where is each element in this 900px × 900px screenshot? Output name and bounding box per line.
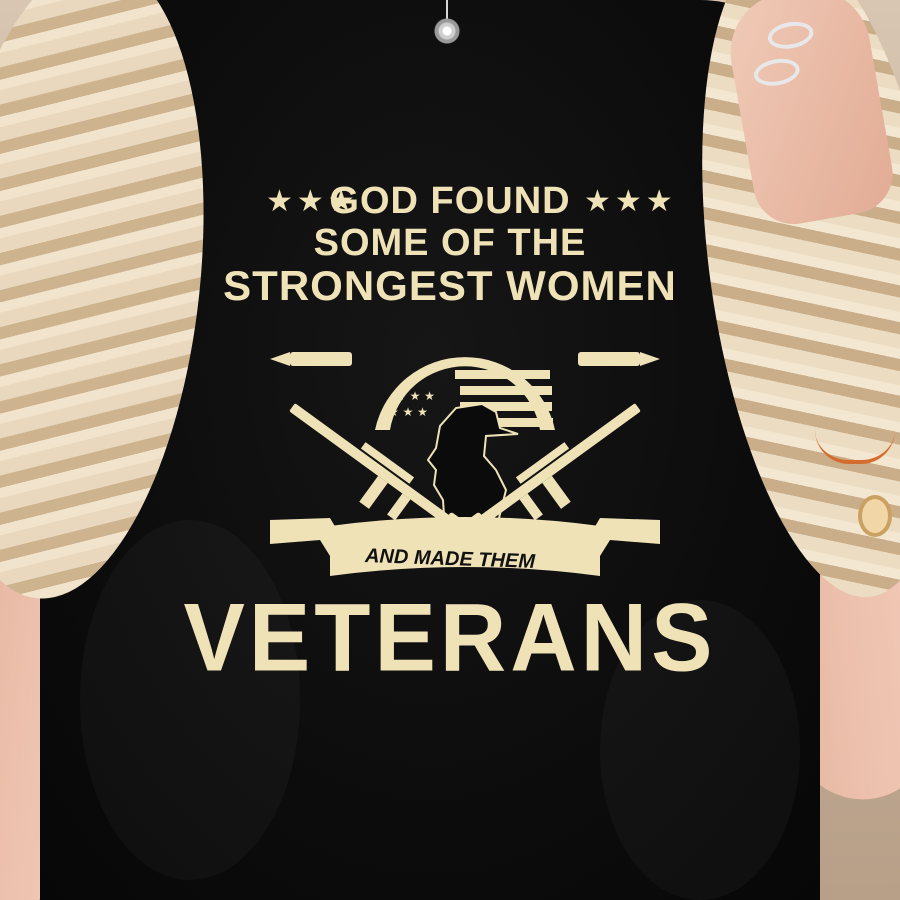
bullet-icon [578, 352, 660, 366]
svg-text:★ ★ ★: ★ ★ ★ [395, 389, 435, 403]
headline-line-3: STRONGEST WOMEN [223, 262, 677, 309]
headline-line-1: GOD FOUND [329, 180, 571, 222]
veterans-title: VETERANS [183, 584, 717, 692]
photo-scene: ★★★ ★★★ GOD FOUND SOME OF THE STRONGEST … [0, 0, 900, 900]
headline-line-2: SOME OF THE [313, 222, 587, 264]
svg-text:★ ★ ★: ★ ★ ★ [388, 405, 428, 419]
bullet-icon [270, 352, 352, 366]
shirt-print: ★★★ ★★★ GOD FOUND SOME OF THE STRONGEST … [0, 0, 900, 900]
